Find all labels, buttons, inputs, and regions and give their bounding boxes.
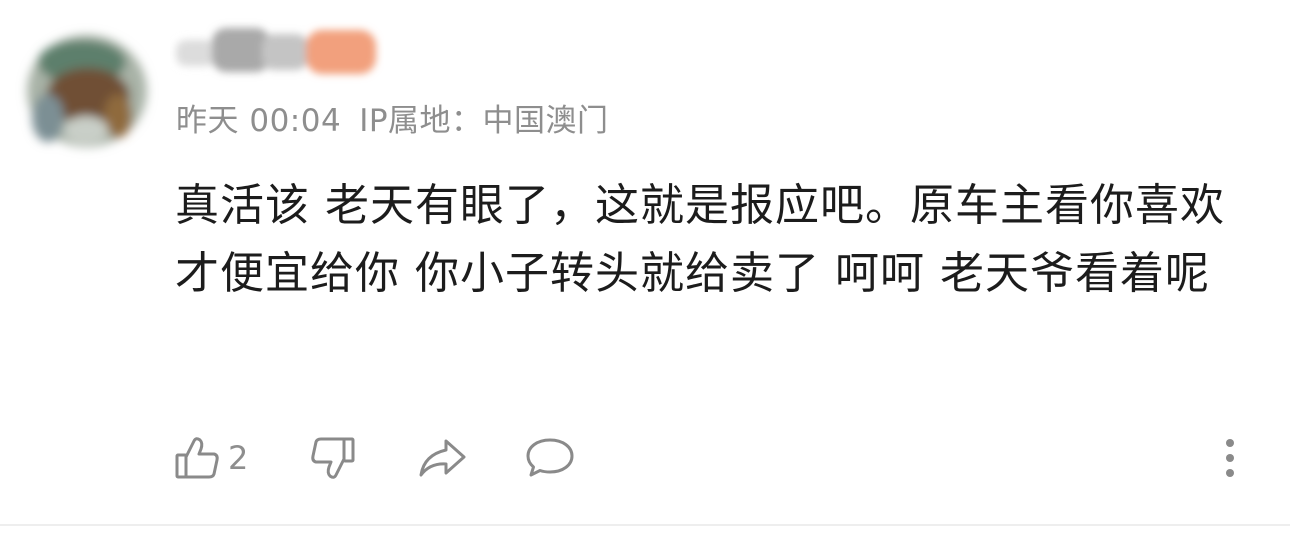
comment-icon (524, 433, 576, 483)
more-options-button[interactable] (1218, 430, 1242, 486)
comment-meta: 昨天 00:04 IP属地：中国澳门 (176, 98, 609, 144)
more-vertical-icon (1218, 433, 1242, 483)
share-button[interactable] (416, 430, 468, 486)
like-count: 2 (228, 439, 249, 477)
username[interactable] (170, 18, 384, 92)
comment-text: 真活该 老天有眼了，这就是报应吧。原车主看你喜欢才便宜给你 你小子转头就给卖了 … (175, 180, 1225, 299)
comment-actions: 2 (172, 430, 1262, 486)
ip-location: IP属地：中国澳门 (359, 103, 609, 139)
thumbs-up-icon (172, 433, 222, 483)
comment-time: 昨天 00:04 (176, 103, 342, 139)
avatar[interactable] (14, 18, 160, 164)
like-button[interactable]: 2 (172, 430, 248, 486)
share-icon (416, 433, 468, 483)
thumbs-down-icon (308, 433, 358, 483)
reply-button[interactable] (524, 430, 576, 486)
comment-card: 昨天 00:04 IP属地：中国澳门 真活该 老天有眼了，这就是报应吧。原车主看你… (0, 0, 1290, 535)
dislike-button[interactable] (308, 430, 358, 486)
divider (0, 524, 1290, 526)
